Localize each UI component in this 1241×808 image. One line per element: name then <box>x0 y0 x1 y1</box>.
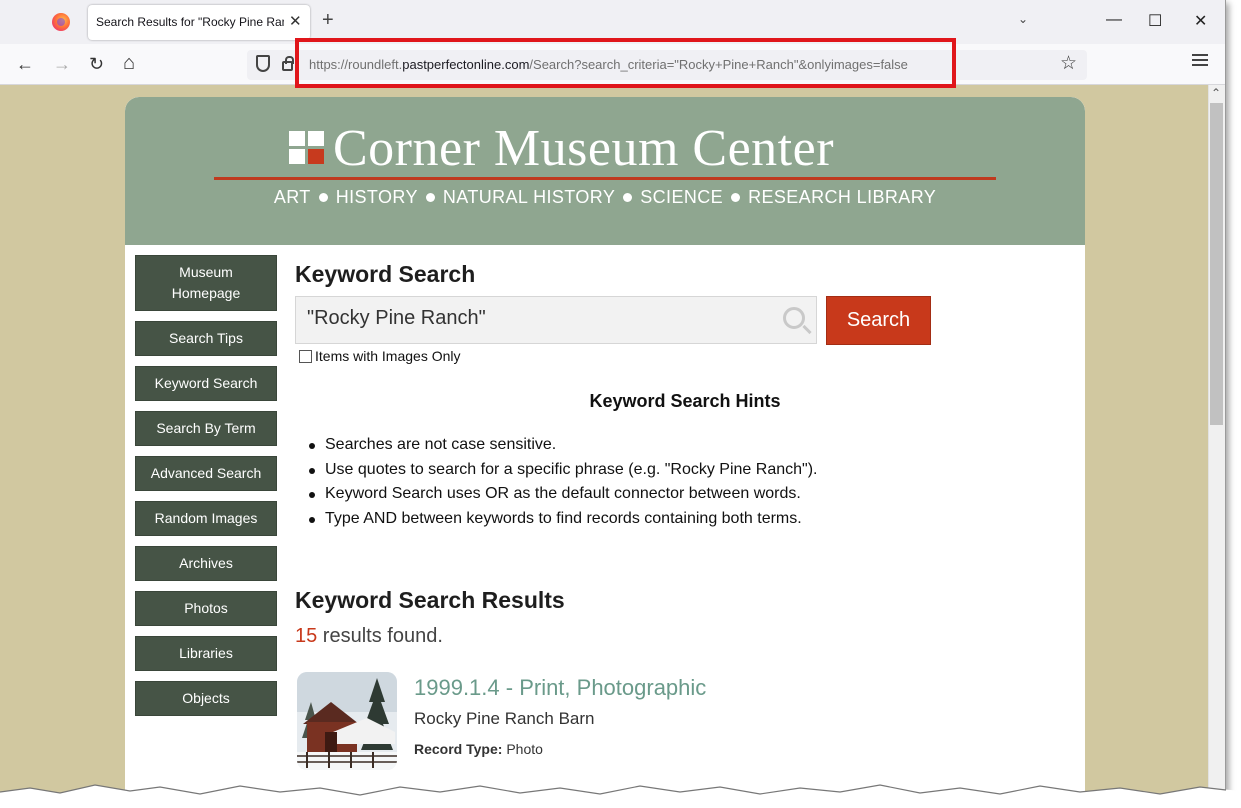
search-input-value[interactable]: "Rocky Pine Ranch" <box>307 307 486 330</box>
hints-title: Keyword Search Hints <box>589 391 781 411</box>
bookmark-star-icon[interactable]: ☆ <box>1060 52 1077 75</box>
result-subtitle: Rocky Pine Ranch Barn <box>414 709 595 728</box>
hamburger-menu-icon[interactable] <box>1192 54 1208 66</box>
home-icon[interactable]: ⌂ <box>123 52 135 75</box>
tracking-shield-icon[interactable] <box>256 55 270 72</box>
search-input[interactable]: "Rocky Pine Ranch" <box>295 296 817 344</box>
lock-icon[interactable] <box>282 56 294 71</box>
maximize-icon[interactable]: ☐ <box>1148 11 1162 31</box>
museum-logo-icon <box>289 131 326 166</box>
result-record-type: Record Type: Photo <box>414 741 543 757</box>
minimize-icon[interactable]: — <box>1106 11 1122 29</box>
images-only-label[interactable]: Items with Images Only <box>315 348 461 364</box>
site-header: Corner Museum Center ART HISTORY NATURAL H… <box>125 97 1085 245</box>
sidebar-item-search-tips[interactable]: Search Tips <box>135 321 277 356</box>
nav-research-library[interactable]: RESEARCH LIBRARY <box>748 187 936 207</box>
sidebar-item-search-by-term[interactable]: Search By Term <box>135 411 277 446</box>
record-type-value: Photo <box>506 741 543 757</box>
search-button[interactable]: Search <box>826 296 931 345</box>
nav-science[interactable]: SCIENCE <box>640 187 723 207</box>
result-thumbnail[interactable] <box>297 672 397 770</box>
results-heading: Keyword Search Results <box>295 587 565 613</box>
sidebar-item-libraries[interactable]: Libraries <box>135 636 277 671</box>
sidebar-item-keyword-search[interactable]: Keyword Search <box>135 366 277 401</box>
sidebar-item-museum-homepage[interactable]: Museum Homepage <box>135 255 277 311</box>
tab-title: Search Results for "Rocky Pine Ranch" <box>96 15 284 29</box>
forward-arrow-icon[interactable]: → <box>53 54 71 75</box>
site-title[interactable]: Corner Museum Center <box>333 119 834 178</box>
sidebar-item-photos[interactable]: Photos <box>135 591 277 626</box>
firefox-logo-icon <box>52 13 70 31</box>
sidebar-item-advanced-search[interactable]: Advanced Search <box>135 456 277 491</box>
tab-search-results[interactable]: Search Results for "Rocky Pine Ranch" ✕ <box>88 5 310 40</box>
new-tab-icon[interactable]: + <box>322 9 334 32</box>
scrollbar-thumb[interactable] <box>1210 103 1223 425</box>
results-count-number: 15 <box>295 625 318 647</box>
torn-edge-decoration <box>0 784 1241 808</box>
reload-icon[interactable]: ↻ <box>89 54 104 75</box>
nav-art[interactable]: ART <box>274 187 311 207</box>
close-window-icon[interactable]: ✕ <box>1194 11 1207 31</box>
url-highlight-box <box>295 38 956 88</box>
tab-close-icon[interactable]: ✕ <box>289 12 302 30</box>
chevron-down-icon[interactable]: ⌄ <box>1018 12 1028 26</box>
title-rule <box>214 177 996 180</box>
scroll-up-icon[interactable]: ⌃ <box>1211 86 1221 100</box>
sidebar-item-random-images[interactable]: Random Images <box>135 501 277 536</box>
results-count: 15 results found. <box>295 625 443 647</box>
museum-page: Corner Museum Center ART HISTORY NATURAL H… <box>125 97 1085 800</box>
back-arrow-icon[interactable]: ← <box>16 54 34 75</box>
hint-item: Use quotes to search for a specific phra… <box>308 461 818 478</box>
sidebar-item-objects[interactable]: Objects <box>135 681 277 716</box>
keyword-search-heading: Keyword Search <box>295 261 476 287</box>
nav-natural-history[interactable]: NATURAL HISTORY <box>443 187 615 207</box>
hint-item: Type AND between keywords to find record… <box>309 510 802 527</box>
result-title-link[interactable]: 1999.1.4 - Print, Photographic <box>414 675 706 701</box>
category-nav: ART HISTORY NATURAL HISTORY SCIENCE RESEARCH… <box>125 187 1085 208</box>
hint-item: Keyword Search uses OR as the default co… <box>309 485 801 502</box>
sidebar-item-archives[interactable]: Archives <box>135 546 277 581</box>
barn-photo-thumbnail[interactable] <box>297 672 397 770</box>
browser-window: Search Results for "Rocky Pine Ranch" ✕ … <box>0 0 1226 800</box>
nav-history[interactable]: HISTORY <box>336 187 418 207</box>
search-icon[interactable] <box>783 307 805 329</box>
images-only-checkbox[interactable] <box>299 350 312 363</box>
hint-item: Searches are not case sensitive. <box>308 436 557 453</box>
